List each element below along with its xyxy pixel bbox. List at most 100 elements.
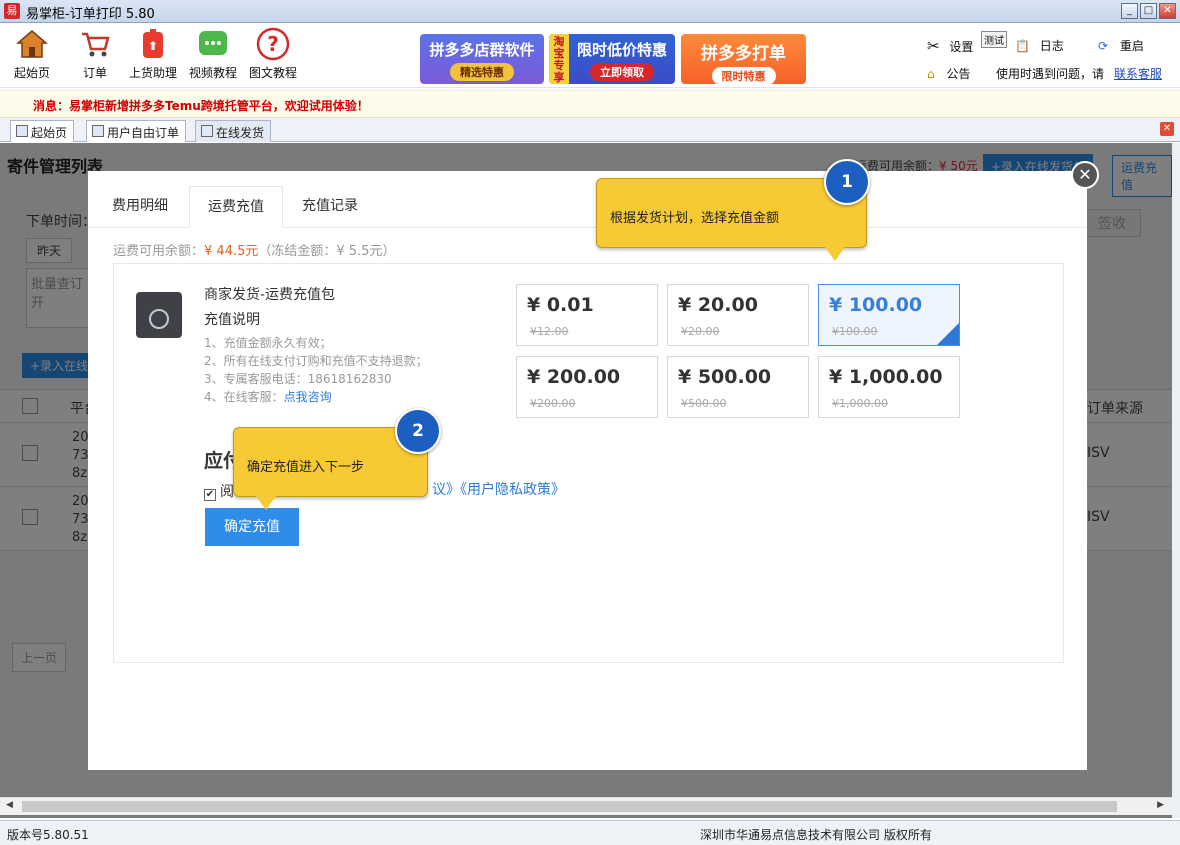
help-text: 使用时遇到问题，请 bbox=[996, 67, 1105, 81]
package-title: 商家发货-运费充值包 bbox=[204, 287, 336, 303]
guide-tip-2-text: 确定充值进入下一步 bbox=[247, 460, 365, 475]
tab-freight-recharge[interactable]: 运费充值 bbox=[189, 186, 283, 228]
settings-label: 设置 bbox=[949, 40, 974, 54]
document-tab-icon bbox=[92, 125, 104, 137]
toolbar-guide-button[interactable]: ? 图文教程 bbox=[249, 27, 297, 81]
banner-2-side: 淘宝专享 bbox=[549, 34, 569, 84]
amount-original: ¥100.00 bbox=[832, 325, 878, 338]
toolbar-guide-label: 图文教程 bbox=[249, 66, 298, 80]
vertical-scrollbar[interactable] bbox=[1172, 143, 1180, 818]
amount-original: ¥500.00 bbox=[681, 397, 727, 410]
notice-icon: ⌂ bbox=[927, 67, 935, 81]
toolbar-upload-button[interactable]: ⬆ 上货助理 bbox=[129, 27, 177, 81]
close-tab-icon[interactable]: ✕ bbox=[1160, 122, 1174, 136]
banner-pdd-store-group[interactable]: 拼多多店群软件 精选特惠 bbox=[420, 34, 544, 84]
toolbar-video-button[interactable]: 视频教程 bbox=[189, 27, 237, 81]
amount-option-1000[interactable]: ¥ 1,000.00 ¥1,000.00 bbox=[818, 356, 960, 418]
window-tab-icon bbox=[201, 125, 213, 137]
tab-home[interactable]: 起始页 bbox=[10, 120, 75, 142]
scroll-right-icon[interactable]: ▶ bbox=[1157, 800, 1164, 810]
step-1-badge: 1 bbox=[824, 159, 870, 205]
toolbar-order-button[interactable]: 订单 bbox=[78, 27, 112, 81]
banner-1-title: 拼多多店群软件 bbox=[429, 41, 535, 59]
privacy-policy-link[interactable]: 议》《用户隐私政策》 bbox=[432, 479, 565, 499]
minimize-button[interactable]: _ bbox=[1121, 3, 1138, 19]
settings-button[interactable]: ✂ 设置 bbox=[927, 37, 973, 55]
copyright-text: 深圳市华通易点信息技术有限公司 版权所有 bbox=[700, 828, 932, 842]
toolbar-home-label: 起始页 bbox=[14, 66, 51, 80]
agree-checkbox[interactable]: ✔ bbox=[204, 489, 216, 501]
message-text: 消息：易掌柜新增拼多多Temu跨境托管平台，欢迎试用体验！ bbox=[33, 99, 369, 113]
chat-icon bbox=[196, 27, 230, 61]
amount-original: ¥12.00 bbox=[530, 325, 569, 338]
contact-support-link[interactable]: 联系客服 bbox=[1114, 65, 1162, 82]
amount-value: ¥ 100.00 bbox=[829, 294, 923, 316]
title-bar: 易 易掌柜-订单打印 5.80 _ □ ✕ bbox=[0, 0, 1180, 23]
restart-label: 重启 bbox=[1119, 39, 1144, 53]
amount-option-100-selected[interactable]: ¥ 100.00 ¥100.00 ✔ bbox=[818, 284, 979, 346]
message-bar: 消息：易掌柜新增拼多多Temu跨境托管平台，欢迎试用体验！ bbox=[0, 90, 1180, 118]
amount-option-500[interactable]: ¥ 500.00 ¥500.00 bbox=[667, 356, 809, 418]
window-title: 易掌柜-订单打印 5.80 bbox=[26, 7, 155, 22]
guide-tip-1-arrow bbox=[825, 247, 845, 261]
close-modal-icon[interactable]: ✕ bbox=[1071, 161, 1099, 189]
rule-4-text: 4、在线客服： bbox=[204, 390, 284, 404]
banner-3-title: 拼多多打单 bbox=[701, 44, 786, 64]
agree-text: 阅 bbox=[220, 484, 234, 500]
tab-free-orders[interactable]: 用户自由订单 bbox=[86, 120, 187, 142]
rule-1: 1、充值金额永久有效； bbox=[204, 336, 332, 350]
toolbar-upload-label: 上货助理 bbox=[129, 66, 178, 80]
amount-value: ¥ 500.00 bbox=[678, 366, 772, 388]
package-search-icon bbox=[136, 292, 182, 338]
banner-taobao-discount[interactable]: 淘宝专享 限时低价特惠 立即领取 bbox=[549, 34, 675, 84]
log-icon: 📋 bbox=[1015, 39, 1030, 53]
close-window-button[interactable]: ✕ bbox=[1159, 3, 1176, 19]
scroll-left-icon[interactable]: ◀ bbox=[6, 800, 13, 810]
horizontal-scroll-thumb[interactable] bbox=[22, 801, 1117, 812]
upload-bag-icon: ⬆ bbox=[136, 27, 170, 61]
tab-fee-details[interactable]: 费用明细 bbox=[94, 186, 186, 228]
tab-online-shipping[interactable]: 在线发货 bbox=[195, 120, 272, 142]
selected-check-icon: ✔ bbox=[937, 323, 979, 345]
document-tab-bar: 起始页 用户自由订单 在线发货 ✕ bbox=[0, 118, 1180, 142]
tab-online-shipping-label: 在线发货 bbox=[216, 126, 265, 140]
test-badge[interactable]: 测试 bbox=[981, 31, 1007, 48]
amount-option-20[interactable]: ¥ 20.00 ¥20.00 bbox=[667, 284, 809, 346]
window-controls: _ □ ✕ bbox=[1121, 3, 1176, 19]
maximize-button[interactable]: □ bbox=[1140, 3, 1157, 19]
banner-2-sub: 立即领取 bbox=[590, 63, 654, 81]
modal-tabs: 费用明细 运费充值 充值记录 bbox=[88, 186, 1087, 228]
toolbar-home-button[interactable]: 起始页 bbox=[14, 27, 50, 81]
tab-home-label: 起始页 bbox=[31, 126, 68, 140]
restart-button[interactable]: ⟳ 重启 bbox=[1098, 37, 1144, 54]
main-toolbar: 起始页 订单 ⬆ 上货助理 视频教程 ? 图文教程 拼多多店群软件 精选特惠 淘… bbox=[0, 23, 1180, 88]
modal-balance-value: ¥ 44.5元 bbox=[204, 244, 259, 259]
cart-icon bbox=[78, 27, 112, 61]
notice-button[interactable]: ⌂ 公告 bbox=[927, 65, 970, 82]
toolbar-video-label: 视频教程 bbox=[189, 66, 238, 80]
modal-balance-label: 运费可用余额： bbox=[113, 244, 205, 259]
amount-option-200[interactable]: ¥ 200.00 ¥200.00 bbox=[516, 356, 658, 418]
rule-3: 3、专属客服电话：18618162830 bbox=[204, 372, 392, 386]
svg-text:⬆: ⬆ bbox=[148, 39, 158, 53]
guide-tip-2-arrow bbox=[256, 496, 276, 510]
horizontal-scrollbar[interactable]: ◀ ▶ bbox=[0, 797, 1172, 815]
amount-option-0-01[interactable]: ¥ 0.01 ¥12.00 bbox=[516, 284, 658, 346]
banner-pdd-print[interactable]: 拼多多打单 限时特惠 bbox=[681, 34, 806, 85]
svg-text:?: ? bbox=[267, 32, 279, 56]
rule-4: 4、在线客服：点我咨询 bbox=[204, 388, 332, 405]
tab-recharge-records[interactable]: 充值记录 bbox=[284, 186, 376, 228]
home-icon bbox=[15, 27, 49, 61]
modal-balance: 运费可用余额：¥ 44.5元（冻结金额：¥ 5.5元） bbox=[113, 240, 395, 259]
log-button[interactable]: 📋 日志 bbox=[1015, 37, 1064, 54]
app-logo-icon: 易 bbox=[4, 3, 20, 19]
modal-frozen-amount: （冻结金额：¥ 5.5元） bbox=[258, 244, 396, 259]
banner-2-title: 限时低价特惠 bbox=[576, 41, 667, 59]
agreement-row: ✔ 阅 bbox=[204, 481, 234, 501]
rule-2: 2、所有在线支付订购和充值不支持退款； bbox=[204, 354, 428, 368]
confirm-recharge-button[interactable]: 确定充值 bbox=[205, 508, 299, 546]
consult-link[interactable]: 点我咨询 bbox=[284, 390, 332, 404]
status-bar: 版本号5.80.51 深圳市华通易点信息技术有限公司 版权所有 bbox=[0, 820, 1180, 845]
settings-icon: ✂ bbox=[927, 37, 940, 55]
description-title: 充值说明 bbox=[204, 312, 260, 328]
